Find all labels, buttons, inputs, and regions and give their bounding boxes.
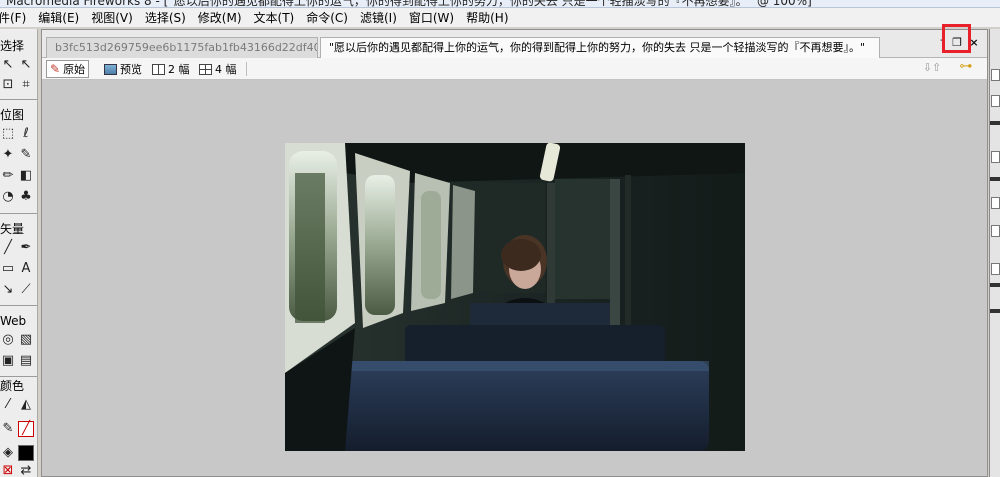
knife-icon[interactable]: ⟋ — [18, 282, 34, 298]
tools-panel: 选择 ↖ ↖ ⊡ ⌗ 位图 ⬚ ℓ ✦ ✎ ✏ ◧ ◔ ♣ 矢量 ╱ ✒ ▭ A… — [0, 29, 38, 477]
panel-divider — [990, 121, 1000, 125]
panel-option-icon[interactable] — [991, 225, 1000, 237]
menu-edit[interactable]: 编辑(E) — [32, 8, 85, 28]
tools-section-colors: 颜色 — [0, 379, 37, 393]
tools-section-label: 选择 — [0, 39, 25, 53]
preview-icon — [104, 63, 117, 75]
freeform-icon[interactable]: ↘ — [0, 282, 16, 298]
tools-section-label: 矢量 — [0, 222, 25, 236]
menu-modify[interactable]: 修改(M) — [192, 8, 248, 28]
hotspot-icon[interactable]: ◎ — [0, 332, 16, 348]
train-interior-photo — [285, 143, 745, 451]
paint-bucket-icon[interactable]: ◭ — [18, 397, 34, 413]
menu-view[interactable]: 视图(V) — [85, 8, 139, 28]
slice-icon[interactable]: ▧ — [18, 332, 34, 348]
tools-divider — [0, 213, 37, 214]
menu-window[interactable]: 窗口(W) — [403, 8, 460, 28]
tools-section-web: Web — [0, 314, 37, 328]
tools-divider — [0, 99, 37, 100]
fill-swatch-icon[interactable] — [18, 445, 34, 461]
panel-option-icon[interactable] — [991, 263, 1000, 275]
menu-select[interactable]: 选择(S) — [139, 8, 192, 28]
document-tab-active[interactable]: "愿以后你的遇见都配得上你的运气，你的得到配得上你的努力，你的失去 只是一个轻描… — [320, 37, 880, 58]
no-color-icon[interactable]: ⊠ — [0, 463, 16, 477]
pencil-icon[interactable]: ✏ — [0, 168, 16, 184]
pencil-icon: ✎ — [50, 62, 61, 76]
document-window: b3fc513d269759ee6b1175fab1fb43166d22df40… — [41, 24, 988, 477]
text-tool-icon[interactable]: A — [18, 261, 34, 277]
rubber-stamp-icon[interactable]: ♣ — [18, 189, 34, 205]
swap-colors-icon[interactable]: ⇄ — [18, 463, 34, 477]
blur-icon[interactable]: ◔ — [0, 189, 16, 205]
tools-section-label: Web — [0, 314, 27, 328]
magic-wand-icon[interactable]: ✦ — [0, 147, 16, 163]
document-tabs: b3fc513d269759ee6b1175fab1fb43166d22df40… — [42, 24, 987, 58]
right-panel-strip — [989, 29, 1000, 477]
menu-text[interactable]: 文本(T) — [248, 8, 301, 28]
canvas-image — [285, 143, 745, 451]
menu-bar: 件(F) 编辑(E) 视图(V) 选择(S) 修改(M) 文本(T) 命令(C)… — [0, 8, 1000, 28]
marquee-icon[interactable]: ⬚ — [0, 126, 16, 142]
four-up-icon — [199, 63, 212, 75]
document-tab-inactive[interactable]: b3fc513d269759ee6b1175fab1fb43166d22df40… — [46, 37, 318, 58]
view-mode-bar: ✎ 原始 预览 2 幅 4 幅 ⇩⇧ ⊶ — [42, 58, 987, 80]
line-icon[interactable]: ╱ — [0, 240, 16, 256]
menu-file[interactable]: 件(F) — [0, 8, 32, 28]
panel-option-icon[interactable] — [991, 95, 1000, 107]
canvas-area[interactable] — [42, 80, 987, 476]
stroke-swatch-icon[interactable]: ╱ — [18, 421, 34, 437]
scale-icon[interactable]: ⊡ — [0, 77, 16, 93]
panel-divider — [990, 309, 1000, 313]
tools-section-bitmap: 位图 — [0, 108, 37, 122]
eyedropper-icon[interactable]: ⁄ — [0, 397, 16, 413]
brush-icon[interactable]: ✎ — [18, 147, 34, 163]
pointer-icon[interactable]: ↖ — [0, 57, 16, 73]
tools-divider — [0, 305, 37, 306]
panel-option-icon[interactable] — [991, 151, 1000, 163]
two-up-view-button[interactable]: 2 幅 — [149, 60, 193, 78]
menu-help[interactable]: 帮助(H) — [460, 8, 514, 28]
panel-option-icon[interactable] — [991, 197, 1000, 209]
four-up-view-button[interactable]: 4 幅 — [196, 60, 240, 78]
stroke-color-icon[interactable]: ✎ — [0, 421, 16, 437]
tools-section-select: 选择 — [0, 39, 37, 53]
preview-view-button[interactable]: 预览 — [101, 60, 145, 78]
export-preview-icon[interactable]: ⊶ — [954, 60, 978, 74]
quality-icon[interactable]: ⇩⇧ — [922, 61, 942, 75]
fill-color-icon[interactable]: ◈ — [0, 445, 16, 461]
rectangle-icon[interactable]: ▭ — [0, 261, 16, 277]
original-view-label: 原始 — [63, 63, 86, 76]
tools-section-vector: 矢量 — [0, 222, 37, 236]
hide-slices-icon[interactable]: ▣ — [0, 353, 16, 369]
two-up-view-label: 2 幅 — [168, 63, 190, 76]
lasso-icon[interactable]: ℓ — [18, 126, 34, 142]
tools-section-label: 颜色 — [0, 379, 25, 393]
original-view-button[interactable]: ✎ 原始 — [46, 60, 90, 78]
menu-commands[interactable]: 命令(C) — [300, 8, 354, 28]
panel-collapse-icon[interactable] — [991, 69, 1000, 81]
four-up-view-label: 4 幅 — [215, 63, 237, 76]
panel-divider — [990, 177, 1000, 181]
restore-button-highlight — [942, 24, 971, 53]
crop-icon[interactable]: ⌗ — [18, 77, 34, 93]
viewbar-divider — [246, 62, 247, 76]
tools-divider — [0, 376, 37, 377]
show-slices-icon[interactable]: ▤ — [18, 353, 34, 369]
preview-view-label: 预览 — [120, 63, 142, 76]
panel-divider — [990, 283, 1000, 287]
two-up-icon — [152, 63, 165, 75]
menu-filters[interactable]: 滤镜(I) — [354, 8, 403, 28]
pen-icon[interactable]: ✒ — [18, 240, 34, 256]
subselect-icon[interactable]: ↖ — [18, 57, 34, 73]
eraser-icon[interactable]: ◧ — [18, 168, 34, 184]
tools-section-label: 位图 — [0, 108, 25, 122]
